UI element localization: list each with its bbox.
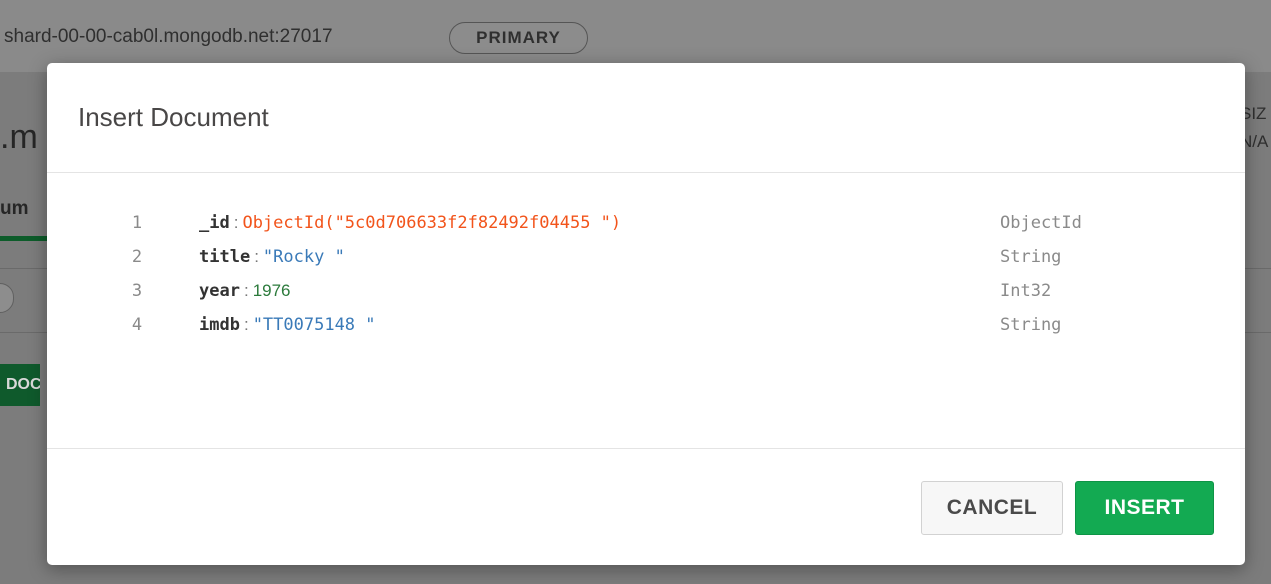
background-tab-documents: um — [0, 198, 29, 219]
field-value[interactable]: "TT0075148 " — [253, 315, 376, 335]
insert-button[interactable]: INSERT — [1075, 481, 1214, 535]
field-key[interactable]: _id: ObjectId("5c0d706633f2f82492f04455 "… — [199, 206, 621, 240]
background-collection-title: .m — [0, 118, 38, 156]
field-name[interactable]: imdb — [199, 315, 240, 335]
modal-title: Insert Document — [78, 102, 269, 132]
field-key[interactable]: title: "Rocky " — [199, 240, 345, 274]
background-add-data-button: DOC — [0, 364, 40, 406]
field-separator: : — [243, 315, 249, 334]
connection-host: shard-00-00-cab0l.mongodb.net:27017 — [4, 26, 333, 47]
field-value[interactable]: 1976 — [253, 281, 291, 300]
primary-badge: PRIMARY — [449, 22, 588, 54]
editor-line[interactable]: 4 imdb: "TT0075148 " String — [47, 308, 1245, 342]
field-name[interactable]: _id — [199, 213, 230, 233]
editor-line[interactable]: 2 title: "Rocky " String — [47, 240, 1245, 274]
line-number: 4 — [131, 315, 143, 335]
modal-footer — [47, 449, 1245, 565]
field-value[interactable]: "Rocky " — [263, 247, 345, 267]
document-editor[interactable]: 1 _id: ObjectId("5c0d706633f2f82492f04455… — [47, 173, 1245, 449]
background-tab-underline — [0, 236, 48, 241]
field-separator: : — [233, 213, 239, 232]
insert-document-modal: Insert Document 1 _id: ObjectId("5c0d7066… — [47, 63, 1245, 565]
line-number: 3 — [131, 281, 143, 301]
field-type[interactable]: Int32 — [1000, 274, 1051, 308]
field-separator: : — [254, 247, 259, 266]
field-type[interactable]: ObjectId — [1000, 206, 1082, 240]
field-value[interactable]: ObjectId("5c0d706633f2f82492f04455 ") — [242, 213, 621, 233]
field-separator: : — [243, 281, 249, 300]
field-type[interactable]: String — [1000, 240, 1061, 274]
cancel-button[interactable]: CANCEL — [921, 481, 1063, 535]
editor-line[interactable]: 3 year:1976 Int32 — [47, 274, 1245, 308]
editor-line[interactable]: 1 _id: ObjectId("5c0d706633f2f82492f04455… — [47, 206, 1245, 240]
line-number: 2 — [131, 247, 143, 267]
background-topbar: shard-00-00-cab0l.mongodb.net:27017 PRIM… — [0, 0, 1271, 72]
field-key[interactable]: imdb: "TT0075148 " — [199, 308, 376, 342]
modal-header: Insert Document — [47, 63, 1245, 173]
field-name[interactable]: year — [199, 281, 240, 301]
field-type[interactable]: String — [1000, 308, 1061, 342]
field-name[interactable]: title — [199, 247, 250, 267]
field-key[interactable]: year:1976 — [199, 274, 291, 308]
line-number: 1 — [131, 213, 143, 233]
